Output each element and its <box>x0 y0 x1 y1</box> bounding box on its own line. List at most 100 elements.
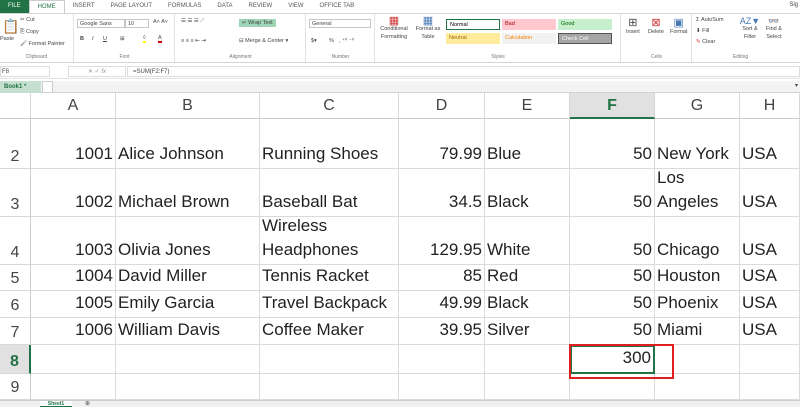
find-select-button[interactable]: 👓 Find & Select <box>763 17 785 41</box>
column-header-b[interactable]: B <box>116 93 260 119</box>
sheet-tab[interactable]: Sheet1 <box>40 401 72 407</box>
tab-view[interactable]: VIEW <box>280 0 311 13</box>
tab-home[interactable]: HOME <box>28 0 65 13</box>
cell-a6[interactable]: 1005 <box>31 291 116 318</box>
merge-center-button[interactable]: ⊟ Merge & Center ▾ <box>239 38 288 44</box>
align-left-icon[interactable]: ≡ ≡ ≡ ⇤ ⇥ <box>181 38 206 44</box>
column-header-h[interactable]: H <box>740 93 800 119</box>
cell-a4[interactable]: 1003 <box>31 217 116 265</box>
cell-e4[interactable]: White <box>485 217 570 265</box>
cell-c4[interactable]: Wireless Headphones <box>260 216 399 265</box>
cell-b2[interactable]: Alice Johnson <box>116 119 260 169</box>
paste-icon[interactable]: 📋 <box>2 18 19 35</box>
fill-color-icon[interactable]: ◊ <box>143 35 146 43</box>
format-button[interactable]: ▣ Format <box>670 16 687 35</box>
row-header-5[interactable]: 5 <box>0 265 31 291</box>
workbook-tab[interactable]: Book1 * <box>0 81 41 93</box>
cell-e3[interactable]: Black <box>485 169 570 217</box>
cell-a9[interactable] <box>31 374 116 400</box>
italic-button[interactable]: I <box>92 36 94 42</box>
cell-g6[interactable]: Phoenix <box>655 291 740 318</box>
cell-c3[interactable]: Baseball Bat <box>260 169 399 217</box>
borders-icon[interactable]: ⊞ <box>120 36 125 42</box>
cell-b7[interactable]: William Davis <box>116 318 260 345</box>
formula-input[interactable]: =SUM(F2:F7) <box>127 66 800 77</box>
name-box[interactable]: F8 <box>0 66 50 77</box>
style-normal[interactable]: Normal <box>446 19 500 30</box>
add-sheet-icon[interactable]: ⊕ <box>85 400 90 407</box>
grow-font-icon[interactable]: A˄ A˅ <box>153 19 168 25</box>
tab-file[interactable]: FILE <box>0 0 29 13</box>
cell-d2[interactable]: 79.99 <box>399 119 485 169</box>
cell-d3[interactable]: 34.5 <box>399 169 485 217</box>
percent-button[interactable]: % <box>329 38 334 44</box>
cell-b8[interactable] <box>116 345 260 374</box>
column-header-d[interactable]: D <box>399 93 485 119</box>
cell-f8[interactable]: 300 <box>570 345 655 374</box>
column-header-e[interactable]: E <box>485 93 570 119</box>
tab-data[interactable]: DATA <box>209 0 240 13</box>
new-tab-button[interactable] <box>42 81 53 93</box>
copy-button[interactable]: ⎘ Copy <box>20 29 39 36</box>
cell-f6[interactable]: 50 <box>570 291 655 318</box>
cell-b3[interactable]: Michael Brown <box>116 169 260 217</box>
cell-c2[interactable]: Running Shoes <box>260 119 399 169</box>
paste-button[interactable]: Paste <box>0 36 14 42</box>
tab-menu-icon[interactable]: ▾ <box>795 82 798 89</box>
cell-d5[interactable]: 85 <box>399 265 485 291</box>
cell-e5[interactable]: Red <box>485 265 570 291</box>
cell-a5[interactable]: 1004 <box>31 265 116 291</box>
style-neutral[interactable]: Neutral <box>446 33 500 44</box>
autosum-button[interactable]: Σ AutoSum <box>696 17 724 23</box>
cancel-icon[interactable]: ✕ <box>88 69 93 75</box>
row-header-4[interactable]: 4 <box>0 217 31 265</box>
cell-h5[interactable]: USA <box>740 265 800 291</box>
row-header-6[interactable]: 6 <box>0 291 31 318</box>
cell-g8[interactable] <box>655 345 740 374</box>
cell-b6[interactable]: Emily Garcia <box>116 291 260 318</box>
cell-a8[interactable] <box>31 345 116 374</box>
cell-h2[interactable]: USA <box>740 119 800 169</box>
cell-c7[interactable]: Coffee Maker <box>260 318 399 345</box>
delete-button[interactable]: ⊠ Delete <box>648 16 664 35</box>
column-header-f[interactable]: F <box>570 93 655 119</box>
cell-f2[interactable]: 50 <box>570 119 655 169</box>
tab-page-layout[interactable]: PAGE LAYOUT <box>103 0 160 13</box>
cell-f7[interactable]: 50 <box>570 318 655 345</box>
cell-e9[interactable] <box>485 374 570 400</box>
cell-a7[interactable]: 1006 <box>31 318 116 345</box>
font-color-icon[interactable]: A <box>158 35 162 43</box>
cell-e2[interactable]: Blue <box>485 119 570 169</box>
cell-c9[interactable] <box>260 374 399 400</box>
conditional-formatting-button[interactable]: ▦ Conditional Formatting <box>376 16 412 41</box>
cut-button[interactable]: ✂ Cut <box>20 17 35 23</box>
cell-d8[interactable] <box>399 345 485 374</box>
cell-d4[interactable]: 129.95 <box>399 217 485 265</box>
cell-b5[interactable]: David Miller <box>116 265 260 291</box>
cell-f5[interactable]: 50 <box>570 265 655 291</box>
cell-b4[interactable]: Olivia Jones <box>116 217 260 265</box>
decimal-icon[interactable]: , ⁺⁰ ⁻⁰ <box>339 38 354 44</box>
tab-formulas[interactable]: FORMULAS <box>160 0 209 13</box>
cell-c6[interactable]: Travel Backpack <box>260 291 399 318</box>
fx-button[interactable]: fx <box>101 69 106 75</box>
cell-h4[interactable]: USA <box>740 217 800 265</box>
cell-g4[interactable]: Chicago <box>655 217 740 265</box>
cell-d9[interactable] <box>399 374 485 400</box>
row-header-7[interactable]: 7 <box>0 318 31 345</box>
tab-office-tab[interactable]: OFFICE TAB <box>312 0 363 13</box>
format-as-table-button[interactable]: ▦ Format as Table <box>413 16 443 41</box>
bold-button[interactable]: B <box>80 36 84 42</box>
style-calculation[interactable]: Calculation <box>502 33 556 44</box>
column-header-a[interactable]: A <box>31 93 116 119</box>
tab-review[interactable]: REVIEW <box>241 0 281 13</box>
column-header-g[interactable]: G <box>655 93 740 119</box>
font-name-select[interactable]: Google Sans <box>77 19 125 28</box>
format-painter-button[interactable]: 🖌 Format Painter <box>20 41 65 47</box>
sort-filter-button[interactable]: AZ▼ Sort & Filter <box>739 17 761 41</box>
underline-button[interactable]: U <box>103 36 107 42</box>
cell-h3[interactable]: USA <box>740 169 800 217</box>
cell-c8[interactable] <box>260 345 399 374</box>
cell-f3[interactable]: 50 <box>570 169 655 217</box>
row-header-3[interactable]: 3 <box>0 169 31 217</box>
